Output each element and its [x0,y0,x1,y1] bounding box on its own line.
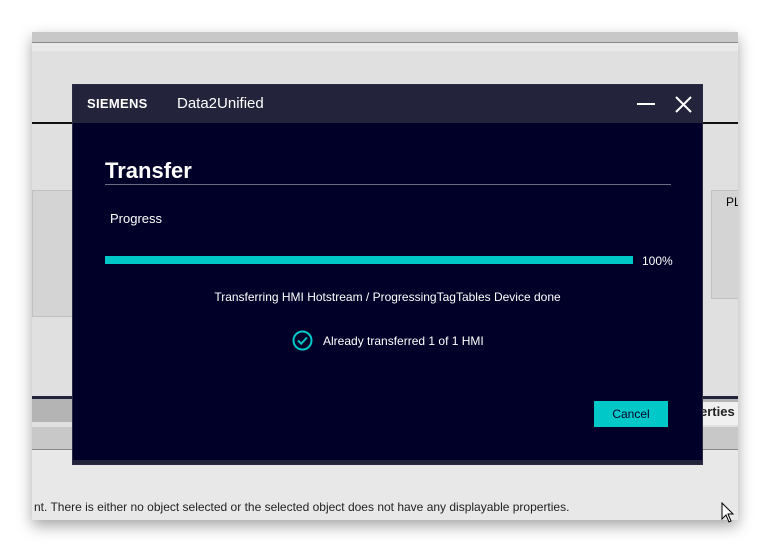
title-bar[interactable]: SIEMENS Data2Unified [73,85,702,123]
progress-percent: 100% [642,254,673,268]
status-line: Transferring HMI Hotstream / Progressing… [214,290,561,304]
result-line: Already transferred 1 of 1 HMI [323,334,484,348]
siemens-logo: SIEMENS [87,96,148,111]
progress-label: Progress [110,211,163,226]
right-panel-label: PL [726,195,738,209]
left-panel [32,190,75,317]
right-panel: PL [711,190,738,299]
close-icon[interactable] [675,96,692,113]
progress-fill [105,256,633,264]
check-circle-icon [292,330,313,351]
cancel-button[interactable]: Cancel [594,401,668,427]
tab-properties[interactable]: erties [700,402,738,425]
heading-underline [105,184,671,185]
transfer-dialog: SIEMENS Data2Unified Transfer Progress 1… [73,85,702,464]
dialog-heading: Transfer [105,158,192,183]
top-bar [32,32,738,42]
minimize-icon[interactable] [637,103,655,105]
mouse-cursor-icon [721,502,735,523]
progress-bar [105,256,633,264]
dialog-bottom-border [73,460,702,464]
toolbar-strip [32,43,738,51]
status-message: nt. There is either no object selected o… [34,500,570,514]
app-title: Data2Unified [177,95,264,112]
